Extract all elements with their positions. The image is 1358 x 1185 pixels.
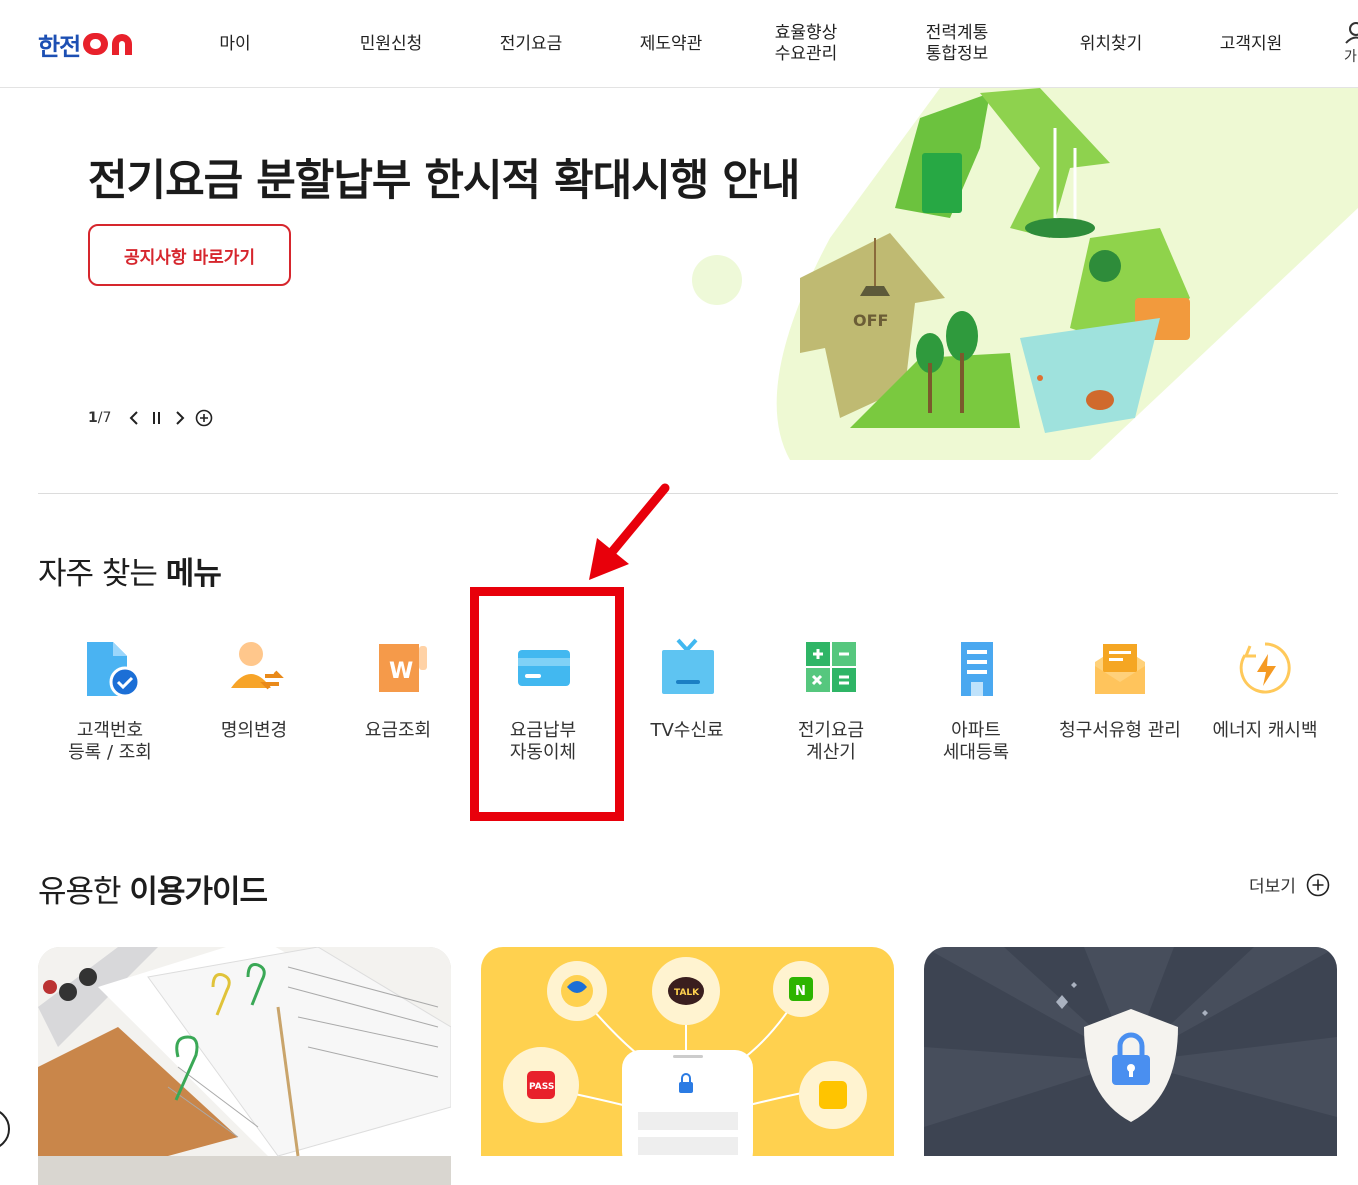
chevron-left-icon <box>129 411 139 425</box>
user-login[interactable]: 가 <box>1342 22 1358 68</box>
more-label: 더보기 <box>1249 877 1296 897</box>
menu-label: 아파트 세대등록 <box>942 720 1010 763</box>
menu-bill-inquiry[interactable]: W 요금조회 <box>326 632 470 742</box>
nav-policy-terms[interactable]: 제도약관 <box>625 0 717 88</box>
calculator-icon <box>806 642 856 692</box>
person-change-icon <box>231 642 284 690</box>
plus-circle-icon <box>1306 873 1330 896</box>
documents-photo <box>38 947 451 1185</box>
nav-my[interactable]: 마이 <box>194 0 276 88</box>
view-all-slides-button[interactable] <box>195 409 213 427</box>
talk-badge: TALK <box>674 988 700 998</box>
nav-grid-info[interactable]: 전력계통 통합정보 <box>908 0 1006 88</box>
nav-efficiency[interactable]: 효율향상 수요관리 <box>757 0 855 88</box>
menu-auto-payment[interactable]: 요금납부 자동이체 <box>471 632 615 764</box>
logo-on-mark <box>83 33 133 55</box>
menu-label: 전기요금 계산기 <box>797 720 865 763</box>
guide-title: 유용한 이용가이드 <box>38 866 268 911</box>
plus-circle-icon <box>196 409 213 427</box>
site-header: 한전 마이 민원신청 전기요금 제도약관 효율향상 수요관리 전력계통 통합정보… <box>0 0 1358 88</box>
menu-customer-number[interactable]: 고객번호 등록 / 조회 <box>38 632 182 764</box>
red-arrow-annotation <box>589 483 670 580</box>
menu-label: 요금납부 자동이체 <box>509 720 577 763</box>
guide-title-bold: 이용가이드 <box>129 874 268 910</box>
pass-badge: PASS <box>529 1082 554 1092</box>
notice-link-button[interactable]: 공지사항 바로가기 <box>88 224 291 286</box>
naver-badge: N <box>795 984 806 999</box>
user-icon <box>1345 22 1358 44</box>
guide-card-security[interactable] <box>924 947 1337 1185</box>
section-divider <box>38 493 1338 494</box>
auth-apps-illustration: TALK N PASS <box>481 947 894 1185</box>
menu-label: 청구서유형 관리 <box>1059 720 1181 741</box>
frequent-menu-title-normal: 자주 찾는 <box>38 556 158 592</box>
menu-label: 명의변경 <box>220 720 288 741</box>
logo-text: 한전 <box>38 32 81 61</box>
menu-tv-fee[interactable]: TV수신료 <box>615 632 759 742</box>
won-bill-icon: W <box>379 644 427 692</box>
apartment-icon <box>961 642 993 696</box>
menu-label: TV수신료 <box>650 720 724 741</box>
menu-bill-calculator[interactable]: 전기요금 계산기 <box>759 632 903 764</box>
pause-icon <box>153 412 161 424</box>
menu-name-change[interactable]: 명의변경 <box>182 632 326 742</box>
nav-electric-bill[interactable]: 전기요금 <box>485 0 577 88</box>
hero-pager: 1 / 7 <box>88 406 213 430</box>
recycle-environment-illustration: OFF <box>692 88 1358 460</box>
pager-current: 1 <box>88 410 98 426</box>
next-slide-button[interactable] <box>175 410 185 426</box>
energy-cashback-icon <box>1239 642 1291 694</box>
menu-label: 에너지 캐시백 <box>1212 720 1318 741</box>
guide-card-documents[interactable] <box>38 947 451 1185</box>
off-label: OFF <box>853 311 888 330</box>
nav-location[interactable]: 위치찾기 <box>1065 0 1157 88</box>
credit-card-icon <box>518 650 570 686</box>
menu-apartment-register[interactable]: 아파트 세대등록 <box>904 632 1048 764</box>
user-label: 가 <box>1344 49 1357 65</box>
frequent-menu-title-bold: 메뉴 <box>165 556 222 592</box>
nav-support[interactable]: 고객지원 <box>1205 0 1297 88</box>
prev-slide-button[interactable] <box>129 410 139 426</box>
document-check-icon <box>87 642 141 698</box>
pause-slide-button[interactable] <box>153 411 161 425</box>
guide-title-normal: 유용한 <box>38 874 122 910</box>
guide-card-auth-apps[interactable]: TALK N PASS <box>481 947 894 1185</box>
menu-label: 고객번호 등록 / 조회 <box>68 720 152 763</box>
pager-total: 7 <box>102 410 112 426</box>
svg-text:W: W <box>389 659 413 684</box>
kepco-on-logo[interactable]: 한전 <box>38 28 140 61</box>
nav-civil-request[interactable]: 민원신청 <box>345 0 437 88</box>
floating-button[interactable] <box>0 1108 10 1150</box>
more-link[interactable]: 더보기 <box>1249 872 1330 897</box>
menu-energy-cashback[interactable]: 에너지 캐시백 <box>1193 632 1337 742</box>
chevron-right-icon <box>176 411 185 425</box>
menu-bill-type[interactable]: 청구서유형 관리 <box>1048 632 1192 742</box>
tv-icon <box>662 638 714 694</box>
menu-label: 요금조회 <box>364 720 432 741</box>
shield-lock-icon <box>924 947 1337 1185</box>
envelope-icon <box>1095 644 1145 694</box>
frequent-menu-title: 자주 찾는 메뉴 <box>38 548 222 593</box>
